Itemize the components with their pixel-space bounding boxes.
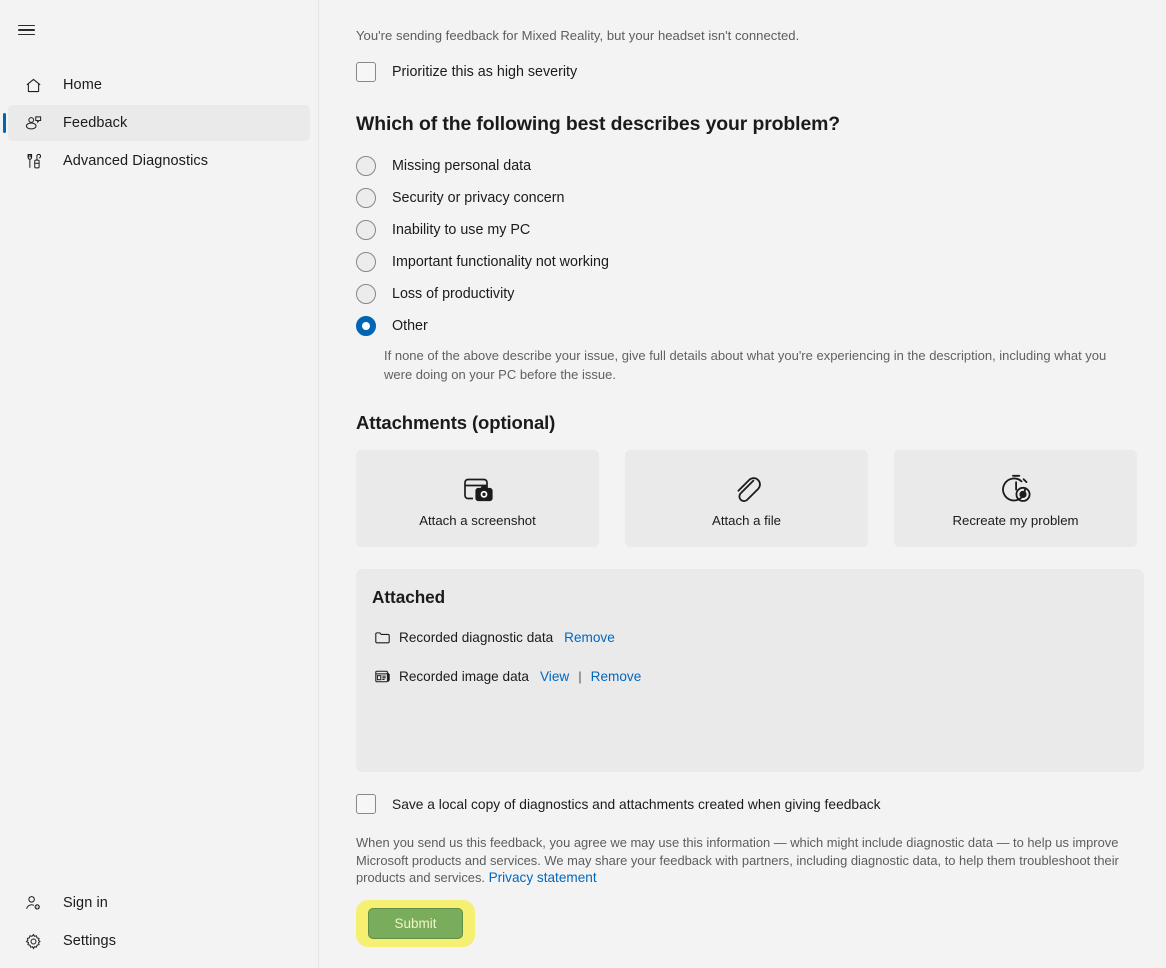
sidebar-item-sign-in[interactable]: Sign in xyxy=(8,885,310,921)
sidebar: Home Feedback Advanced Diagnostics Sign … xyxy=(0,0,319,968)
radio-label: Other xyxy=(392,318,428,334)
prioritize-severity-checkbox[interactable]: Prioritize this as high severity xyxy=(356,62,1166,82)
attachment-card-label: Attach a screenshot xyxy=(419,513,536,528)
gear-icon xyxy=(21,929,45,953)
attached-item-name: Recorded image data xyxy=(399,668,529,684)
paperclip-icon xyxy=(731,469,763,509)
radio-circle xyxy=(356,252,376,272)
hamburger-bars xyxy=(17,21,35,39)
sidebar-item-advanced-diagnostics[interactable]: Advanced Diagnostics xyxy=(8,143,310,179)
recreate-problem-button[interactable]: Recreate my problem xyxy=(894,450,1137,547)
attachment-card-label: Recreate my problem xyxy=(952,513,1079,528)
radio-label: Security or privacy concern xyxy=(392,190,565,206)
home-icon xyxy=(21,73,45,97)
checkbox-box xyxy=(356,62,376,82)
folder-icon xyxy=(372,627,392,647)
radio-circle xyxy=(356,188,376,208)
attached-item-name: Recorded diagnostic data xyxy=(399,629,554,645)
save-local-copy-checkbox[interactable]: Save a local copy of diagnostics and att… xyxy=(356,794,1166,814)
attached-title: Attached xyxy=(372,587,446,607)
sidebar-item-settings[interactable]: Settings xyxy=(8,923,310,959)
remove-link[interactable]: Remove xyxy=(591,669,642,684)
submit-highlight-ring: Submit xyxy=(356,899,475,947)
radio-circle xyxy=(356,156,376,176)
attachment-card-label: Attach a file xyxy=(712,513,781,528)
image-data-icon xyxy=(372,666,392,686)
legal-text: When you send us this feedback, you agre… xyxy=(356,835,1119,886)
radio-label: Important functionality not working xyxy=(392,254,609,270)
sidebar-item-label: Sign in xyxy=(63,895,108,911)
sidebar-item-feedback[interactable]: Feedback xyxy=(3,105,310,141)
headset-notice: You're sending feedback for Mixed Realit… xyxy=(356,28,800,43)
sidebar-item-label: Home xyxy=(63,77,102,93)
legal-disclaimer: When you send us this feedback, you agre… xyxy=(356,834,1126,887)
hamburger-menu-icon[interactable] xyxy=(4,10,48,50)
stopwatch-record-icon xyxy=(999,469,1033,509)
radio-option-important-functionality[interactable]: Important functionality not working xyxy=(356,246,1166,278)
prioritize-severity-label: Prioritize this as high severity xyxy=(392,64,578,80)
radio-circle xyxy=(356,220,376,240)
submit-button[interactable]: Submit xyxy=(368,907,463,939)
main-content: You're sending feedback for Mixed Realit… xyxy=(319,0,1166,968)
radio-label: Inability to use my PC xyxy=(392,222,531,238)
attachment-cards: Attach a screenshot Attach a file Recrea… xyxy=(356,450,1166,547)
sidebar-item-label: Advanced Diagnostics xyxy=(63,153,209,169)
attach-screenshot-button[interactable]: Attach a screenshot xyxy=(356,450,599,547)
attached-panel: Attached Recorded diagnostic data Remove xyxy=(356,569,1144,772)
problem-options-group: Missing personal data Security or privac… xyxy=(356,150,1166,384)
app-root: Home Feedback Advanced Diagnostics Sign … xyxy=(0,0,1166,968)
diagnostics-icon xyxy=(21,149,45,173)
attachments-heading: Attachments (optional) xyxy=(356,412,556,433)
feedback-icon xyxy=(21,111,45,135)
privacy-statement-link[interactable]: Privacy statement xyxy=(489,870,597,885)
radio-circle-selected xyxy=(356,316,376,336)
radio-label: Loss of productivity xyxy=(392,286,515,302)
problem-question-heading: Which of the following best describes yo… xyxy=(356,113,841,135)
sidebar-bottom-nav: Sign in Settings xyxy=(0,883,318,968)
remove-link[interactable]: Remove xyxy=(564,630,615,645)
radio-option-other[interactable]: Other xyxy=(356,310,1166,342)
sidebar-item-label: Settings xyxy=(63,933,117,949)
screenshot-camera-icon xyxy=(461,469,495,509)
attach-file-button[interactable]: Attach a file xyxy=(625,450,868,547)
person-add-icon xyxy=(21,891,45,915)
attached-row-image-data: Recorded image data View | Remove xyxy=(372,666,1144,686)
sidebar-nav-list: Home Feedback Advanced Diagnostics xyxy=(0,65,318,181)
sidebar-item-label: Feedback xyxy=(63,115,128,131)
view-link[interactable]: View xyxy=(540,669,569,684)
radio-option-loss-of-productivity[interactable]: Loss of productivity xyxy=(356,278,1166,310)
save-local-copy-label: Save a local copy of diagnostics and att… xyxy=(392,796,881,812)
radio-option-missing-personal-data[interactable]: Missing personal data xyxy=(356,150,1166,182)
radio-option-security-privacy[interactable]: Security or privacy concern xyxy=(356,182,1166,214)
radio-circle xyxy=(356,284,376,304)
radio-option-inability-to-use-pc[interactable]: Inability to use my PC xyxy=(356,214,1166,246)
sidebar-item-home[interactable]: Home xyxy=(8,67,310,103)
other-option-helper-text: If none of the above describe your issue… xyxy=(384,348,1107,382)
checkbox-box xyxy=(356,794,376,814)
attached-row-diagnostic-data: Recorded diagnostic data Remove xyxy=(372,627,1144,647)
link-separator: | xyxy=(578,668,582,684)
radio-label: Missing personal data xyxy=(392,158,532,174)
